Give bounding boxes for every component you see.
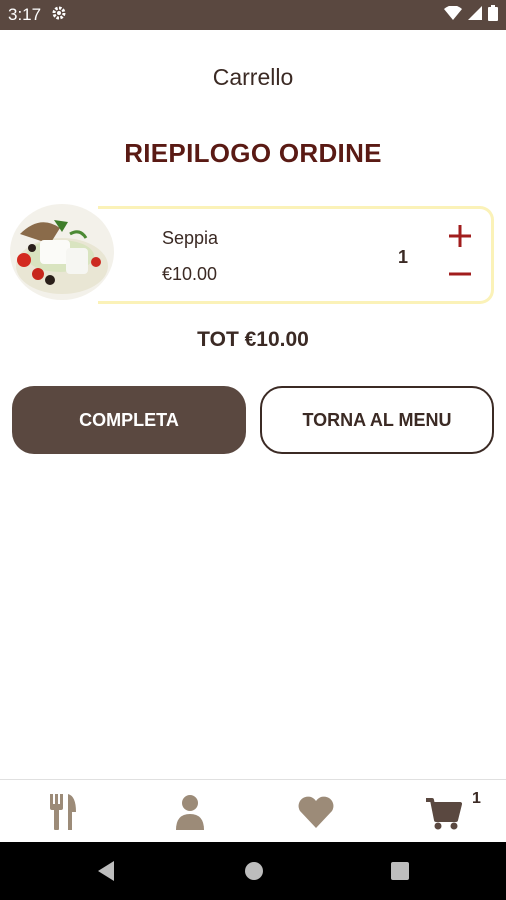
decrease-quantity-button[interactable] xyxy=(446,260,474,288)
nav-cart[interactable] xyxy=(424,792,464,832)
cart-count-badge: 1 xyxy=(472,790,481,807)
cart-item-price: €10.00 xyxy=(162,264,218,284)
signal-icon xyxy=(468,5,482,25)
battery-icon xyxy=(488,4,498,26)
fork-knife-icon xyxy=(50,794,76,830)
cart-item-name: Seppia xyxy=(162,228,219,248)
bottom-nav xyxy=(0,779,506,842)
nav-profile[interactable] xyxy=(170,792,210,832)
system-home-button[interactable] xyxy=(242,859,266,883)
nav-favorites[interactable] xyxy=(296,792,336,832)
wifi-icon xyxy=(444,5,462,25)
system-back-button[interactable] xyxy=(94,859,118,883)
person-icon xyxy=(176,795,204,830)
back-to-menu-button[interactable]: TORNA AL MENU xyxy=(260,386,494,454)
status-time: 3:17 xyxy=(8,5,42,24)
status-bar: 3:17 xyxy=(0,0,506,30)
plus-icon xyxy=(449,225,471,247)
cart-icon xyxy=(426,798,462,830)
system-nav-bar xyxy=(0,842,506,900)
settings-gear-icon xyxy=(51,5,67,26)
cart-item-quantity: 1 xyxy=(398,247,409,267)
complete-order-button[interactable]: COMPLETA xyxy=(12,386,246,454)
home-circle-icon xyxy=(245,862,263,880)
back-triangle-icon xyxy=(98,861,114,881)
order-summary-title: RIEPILOGO ORDINE xyxy=(124,138,382,168)
heart-icon xyxy=(298,796,334,828)
recents-square-icon xyxy=(391,862,409,880)
increase-quantity-button[interactable] xyxy=(446,222,474,250)
order-total: TOT €10.00 xyxy=(197,328,309,351)
system-recents-button[interactable] xyxy=(388,859,412,883)
minus-icon xyxy=(449,272,471,276)
dish-image xyxy=(10,204,114,300)
cart-item-card xyxy=(10,204,494,304)
nav-menu[interactable] xyxy=(44,792,84,832)
page-title: Carrello xyxy=(212,64,294,90)
cart-item-card-body xyxy=(98,206,494,304)
